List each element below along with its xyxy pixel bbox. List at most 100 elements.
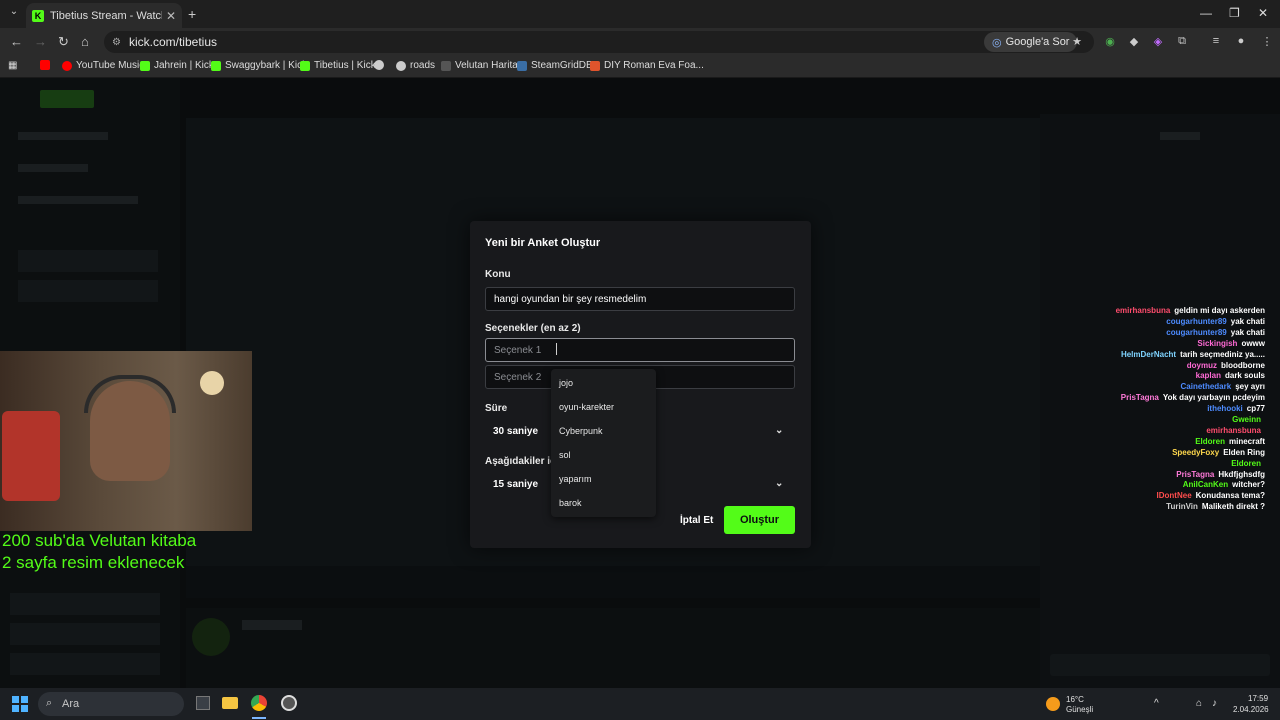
chat-message-text: Maliketh direkt ? [1201,502,1265,512]
chat-username[interactable]: Eldoren [1195,437,1225,446]
extension-purple-icon[interactable]: ◈ [1151,35,1165,49]
new-tab-button[interactable]: + [188,6,196,22]
minimize-icon[interactable]: — [1200,6,1212,20]
chat-username[interactable]: SpeedyFoxy [1172,448,1219,457]
chat-username[interactable]: emirhansbuna [1206,426,1261,435]
network-icon[interactable]: ⌂ [1196,698,1202,709]
ask-google-button[interactable]: ◎ Google'a Sor [984,32,1078,52]
autocomplete-item[interactable]: jojo [559,378,573,388]
obs-icon[interactable] [281,695,297,711]
bookmark-jahrein-kick[interactable]: Jahrein | Kick [140,60,214,71]
cancel-button[interactable]: İptal Et [676,508,717,533]
profile-avatar-icon[interactable]: ● [1234,35,1248,49]
chat-username[interactable]: doymuz [1187,361,1217,370]
bookmark-star-icon[interactable]: ★ [1070,35,1084,49]
chat-message: Cainethedark şey ayrı [1181,382,1266,391]
chat-username[interactable]: HelmDerNacht [1121,350,1176,359]
options-label: Seçenekler (en az 2) [485,323,581,334]
option-1-input[interactable]: Seçenek 1 [485,338,795,362]
bookmark-swaggybark-kick[interactable]: Swaggybark | Kick [211,60,307,71]
chat-username[interactable]: cougarhunter89 [1166,317,1226,326]
chat-username[interactable]: IDontNee [1157,491,1192,500]
bookmarks-bar: ▦ YouTube Music Jahrein | Kick Swaggybar… [0,56,1280,78]
chat-message: Sickingish owww [1197,339,1265,348]
chat-message: doymuz bloodborne [1187,361,1265,370]
maximize-icon[interactable]: ❐ [1229,6,1240,20]
chat-username[interactable]: PrisTagna [1176,470,1214,479]
chat-message: Gweinn [1232,415,1265,424]
chat-username[interactable]: cougarhunter89 [1166,328,1226,337]
home-icon[interactable]: ⌂ [81,34,89,49]
autocomplete-item[interactable]: sol [559,450,571,460]
menu-kebab-icon[interactable]: ⋮ [1260,35,1274,49]
chevron-down-icon: ⌄ [775,425,784,436]
autocomplete-item[interactable]: yaparım [559,474,592,484]
chat-message-text: yak chati [1230,327,1265,337]
weather-temp: 16°C [1066,695,1084,704]
forward-icon[interactable]: → [34,34,47,49]
tab-title: Tibetius Stream - Watch Live on Kick [50,9,162,22]
chat-message: IDontNee Konudansa tema? [1157,491,1265,500]
topic-value: hangi oyundan bir şey resmedelim [494,293,647,305]
bookmark-globe[interactable] [374,60,388,70]
diy-icon [590,60,600,71]
chat-message-text: şey ayrı [1235,382,1265,392]
bookmark-velutan-harita[interactable]: Velutan Harita [441,60,518,71]
tab-search-icon[interactable]: ⌄ [6,6,22,22]
back-icon[interactable]: ← [10,34,23,49]
steamgriddb-icon [517,60,527,71]
bookmark-steamgriddb[interactable]: SteamGridDB [517,60,593,71]
chat-message-text: witcher? [1232,480,1265,490]
bookmark-roads[interactable]: roads [396,60,435,71]
clock-date: 2.04.2026 [1233,705,1269,714]
chat-username[interactable]: PrisTagna [1121,393,1159,402]
bookmark-youtube[interactable] [40,60,54,70]
chat-username[interactable]: ithehooki [1207,404,1243,413]
extension-diamond-icon[interactable]: ◆ [1127,35,1141,49]
duration-value: 30 saniye [493,425,539,437]
modal-title: Yeni bir Anket Oluştur [485,237,601,249]
autocomplete-item[interactable]: barok [559,498,582,508]
create-poll-button[interactable]: Oluştur [724,506,795,534]
chat-username[interactable]: kaplan [1196,371,1221,380]
chat-username[interactable]: Sickingish [1197,339,1237,348]
chat-username[interactable]: TurinVin [1166,502,1198,511]
autocomplete-item[interactable]: oyun-karekter [559,402,614,412]
chat-username[interactable]: Gweinn [1232,415,1261,424]
chrome-icon[interactable] [251,695,267,711]
chat-username[interactable]: AnilCanKen [1183,480,1228,489]
chat-message-text: minecraft [1228,436,1265,446]
reading-list-icon[interactable]: ≡ [1209,35,1223,49]
apps-grid-icon[interactable]: ▦ [8,60,17,71]
volume-icon[interactable]: ♪ [1212,698,1217,709]
tab-close-icon[interactable]: ✕ [166,9,176,23]
chat-username[interactable]: Eldoren [1231,459,1261,468]
tray-chevron-up-icon[interactable]: ^ [1154,698,1159,709]
ask-google-label: Google'a Sor [1005,36,1070,48]
kick-icon [300,60,310,71]
reload-icon[interactable]: ↻ [58,34,69,50]
autocomplete-item[interactable]: Cyberpunk [559,426,603,436]
address-bar[interactable]: ⚙ kick.com/tibetius [104,31,1094,53]
bookmark-diy-roman-eva[interactable]: DIY Roman Eva Foa... [590,60,704,71]
bookmark-youtube-music[interactable]: YouTube Music [62,60,144,71]
chat-message-text: cp77 [1246,404,1265,414]
topic-input[interactable]: hangi oyundan bir şey resmedelim [485,287,795,311]
chat-username[interactable]: Cainethedark [1181,382,1232,391]
extension-icon[interactable]: ◉ [1103,35,1117,49]
chat-message-text: owww [1241,338,1265,348]
file-explorer-icon[interactable] [222,697,238,709]
bookmark-tibetius-kick[interactable]: Tibetius | Kick [300,60,376,71]
google-lens-icon: ◎ [992,36,1002,49]
clock-time: 17:59 [1248,694,1269,703]
extensions-puzzle-icon[interactable]: ⧉ [1175,35,1189,49]
browser-tab[interactable]: K Tibetius Stream - Watch Live on Kick ✕ [26,3,182,28]
close-window-icon[interactable]: ✕ [1258,6,1268,20]
task-view-icon[interactable] [196,696,210,710]
taskbar-search[interactable]: ⌕ Ara [38,692,184,716]
windows-start-icon[interactable] [12,696,28,712]
chat-message-text: yak chati [1230,316,1265,326]
url-text: kick.com/tibetius [128,35,217,49]
chat-username[interactable]: emirhansbuna [1116,306,1171,315]
site-info-icon[interactable]: ⚙ [112,37,121,48]
